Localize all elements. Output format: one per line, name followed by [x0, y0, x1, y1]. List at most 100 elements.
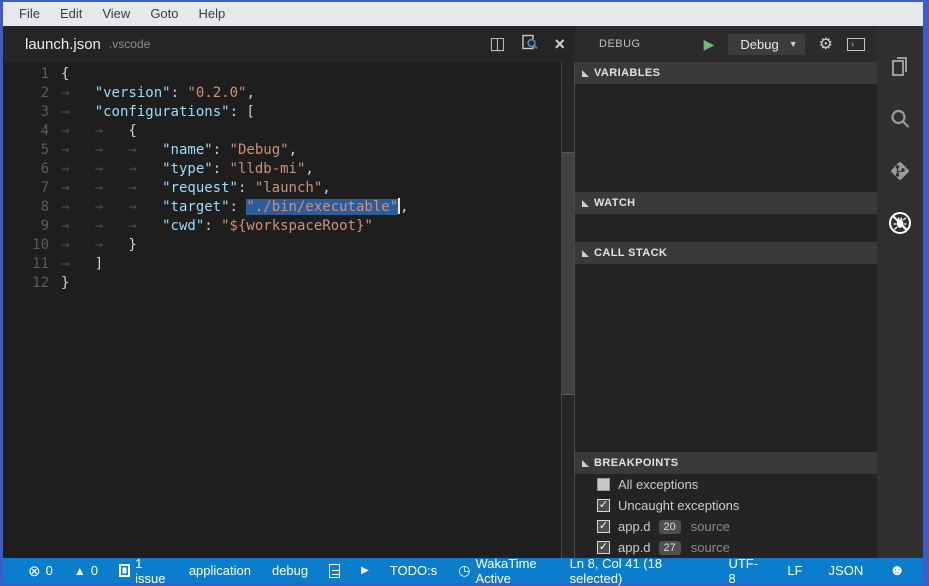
tab-whitespace-icon: →: [95, 236, 129, 255]
code-token: "Debug": [230, 142, 289, 158]
status-text: 1 issue: [135, 556, 168, 586]
line-number-badge: 20: [659, 520, 681, 534]
menu-item-edit[interactable]: Edit: [50, 2, 92, 26]
breakpoint-checkbox[interactable]: ✓: [597, 499, 610, 512]
code-editor[interactable]: 1{2→"version": "0.2.0",3→"configurations…: [3, 62, 561, 558]
editor-actions: ◫ ×: [489, 34, 565, 55]
code-token: :: [171, 85, 188, 101]
breakpoint-row[interactable]: ✓app.d20source: [575, 516, 877, 537]
activity-debug-icon[interactable]: [887, 210, 913, 236]
status-item-0[interactable]: ⊗0: [21, 558, 60, 583]
breakpoint-label: All exceptions: [618, 477, 698, 492]
tab-whitespace-icon: →: [61, 236, 95, 255]
status-item-wakatime-active[interactable]: ◷WakaTime Active: [451, 558, 561, 583]
code-line: 7→→→"request": "launch",: [3, 179, 561, 198]
close-icon[interactable]: ×: [554, 36, 565, 52]
play-icon: ▶: [361, 565, 369, 576]
line-number[interactable]: 6: [3, 160, 49, 179]
status-item-todo-s[interactable]: TODO:s: [383, 558, 444, 583]
menu-item-file[interactable]: File: [9, 2, 50, 26]
breakpoint-checkbox[interactable]: ✓: [597, 520, 610, 533]
app-window: FileEditViewGotoHelp launch.json .vscode…: [3, 2, 923, 583]
section-header-call-stack[interactable]: CALL STACK: [575, 242, 877, 264]
debug-toolbar: ▶ Debug ▼ ⚙ ›: [704, 34, 865, 55]
editor-scrollbar[interactable]: [561, 62, 575, 558]
error-circle-icon: ⊗: [28, 562, 41, 580]
line-number[interactable]: 2: [3, 84, 49, 103]
scrollbar-thumb[interactable]: [562, 152, 574, 395]
section-label: CALL STACK: [594, 247, 667, 259]
issues-icon: [119, 564, 130, 577]
selected-text: "./bin/executable": [246, 199, 398, 215]
status-item[interactable]: [322, 558, 347, 583]
tab-whitespace-icon: →: [61, 160, 95, 179]
section-header-variables[interactable]: VARIABLES: [575, 62, 877, 84]
status-item-1-issue[interactable]: 1 issue: [112, 558, 175, 583]
status-item-application[interactable]: application: [182, 558, 258, 583]
start-debug-icon[interactable]: ▶: [704, 37, 715, 51]
menu-item-view[interactable]: View: [92, 2, 140, 26]
status-item-utf-8[interactable]: UTF-8: [720, 558, 769, 583]
line-content: {: [49, 65, 69, 84]
line-number[interactable]: 1: [3, 65, 49, 84]
code-token: ,: [322, 180, 330, 196]
status-item[interactable]: ☻: [881, 558, 913, 583]
section-header-watch[interactable]: WATCH: [575, 192, 877, 214]
debug-console-icon[interactable]: ›: [847, 38, 865, 51]
tab-whitespace-icon: →: [128, 141, 162, 160]
tab-folder-path: .vscode: [109, 37, 150, 51]
menu-item-help[interactable]: Help: [189, 2, 236, 26]
code-line: 5→→→"name": "Debug",: [3, 141, 561, 160]
breakpoint-label: app.d: [618, 540, 651, 555]
breakpoint-row[interactable]: ✓Uncaught exceptions: [575, 495, 877, 516]
line-content: →→→"name": "Debug",: [49, 141, 297, 160]
status-item[interactable]: ▶: [354, 558, 376, 583]
debug-config-label: Debug: [740, 37, 778, 52]
status-text: WakaTime Active: [475, 556, 554, 586]
code-line: 1{: [3, 65, 561, 84]
activity-git-icon[interactable]: [887, 158, 913, 184]
line-number[interactable]: 12: [3, 274, 49, 293]
editor-body: 1{2→"version": "0.2.0",3→"configurations…: [3, 62, 575, 558]
split-editor-icon[interactable]: ◫: [489, 36, 505, 52]
debug-config-dropdown[interactable]: Debug ▼: [728, 34, 804, 55]
activity-files-icon[interactable]: [887, 54, 913, 80]
status-item-0[interactable]: ▲0: [67, 558, 105, 583]
collapse-arrow-icon: [582, 250, 589, 257]
menu-item-goto[interactable]: Goto: [140, 2, 188, 26]
status-item-debug[interactable]: debug: [265, 558, 315, 583]
breakpoint-checkbox[interactable]: [597, 478, 610, 491]
activity-search-icon[interactable]: [887, 106, 913, 132]
debug-panel-header: DEBUG ▶ Debug ▼ ⚙ ›: [575, 26, 877, 62]
code-token: ,: [246, 85, 254, 101]
status-bar-right: Ln 8, Col 41 (18 selected) UTF-8 LF JSON ☻: [562, 558, 913, 583]
tab-whitespace-icon: →: [95, 122, 129, 141]
preview-icon[interactable]: [521, 34, 538, 55]
section-header-breakpoints[interactable]: BREAKPOINTS: [575, 452, 877, 474]
line-number[interactable]: 4: [3, 122, 49, 141]
status-item-lf[interactable]: LF: [779, 558, 810, 583]
status-item-ln-8-col-41-18-selected[interactable]: Ln 8, Col 41 (18 selected): [562, 558, 711, 583]
code-token: "version": [95, 85, 171, 101]
debug-panel-title: DEBUG: [599, 38, 641, 50]
gear-icon[interactable]: ⚙: [819, 34, 833, 54]
line-number[interactable]: 8: [3, 198, 49, 217]
section-content: All exceptions✓Uncaught exceptions✓app.d…: [575, 474, 877, 558]
tab-whitespace-icon: →: [61, 179, 95, 198]
breakpoint-checkbox[interactable]: ✓: [597, 541, 610, 554]
debug-side-panel: DEBUG ▶ Debug ▼ ⚙ › VARIABLES WATCH CALL S…: [575, 26, 877, 558]
line-number[interactable]: 5: [3, 141, 49, 160]
breakpoint-row[interactable]: All exceptions: [575, 474, 877, 495]
line-number[interactable]: 11: [3, 255, 49, 274]
status-item-json[interactable]: JSON: [821, 558, 872, 583]
section-label: BREAKPOINTS: [594, 457, 678, 469]
section-label: WATCH: [594, 197, 636, 209]
activity-bar: [877, 26, 923, 558]
line-number[interactable]: 9: [3, 217, 49, 236]
status-text: JSON: [829, 563, 864, 578]
section-content: [575, 214, 877, 242]
line-number[interactable]: 3: [3, 103, 49, 122]
tab-filename[interactable]: launch.json: [25, 36, 101, 53]
line-number[interactable]: 7: [3, 179, 49, 198]
line-number[interactable]: 10: [3, 236, 49, 255]
